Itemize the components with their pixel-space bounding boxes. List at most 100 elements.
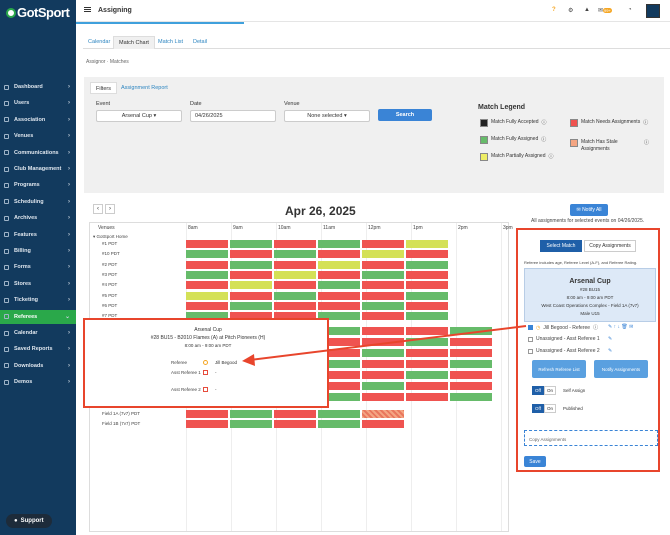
tab-detail[interactable]: Detail bbox=[188, 36, 212, 49]
avatar[interactable] bbox=[646, 4, 660, 18]
ar1-edit-icon[interactable]: ✎ bbox=[608, 336, 612, 342]
match-block[interactable] bbox=[406, 371, 448, 379]
sidebar-item-referees[interactable]: Referees ⌄ bbox=[0, 309, 76, 324]
menu-icon[interactable] bbox=[84, 7, 91, 8]
match-block[interactable] bbox=[362, 312, 404, 321]
select-match-button[interactable]: Select Match bbox=[540, 240, 582, 252]
match-block[interactable] bbox=[362, 349, 404, 357]
event-select[interactable]: Arsenal Cup ▾ bbox=[96, 110, 182, 122]
sidebar-item-ticketing[interactable]: Ticketing › bbox=[0, 293, 76, 307]
match-block[interactable] bbox=[450, 360, 492, 368]
match-block[interactable] bbox=[186, 420, 228, 429]
match-block[interactable] bbox=[450, 327, 492, 335]
match-block[interactable] bbox=[318, 291, 360, 300]
venue-row-label[interactable]: #10 PDT bbox=[102, 251, 120, 256]
published-toggle[interactable]: Off On bbox=[532, 404, 556, 413]
edit-icon[interactable]: ✎ bbox=[608, 324, 612, 330]
match-block[interactable] bbox=[186, 410, 228, 418]
match-block[interactable] bbox=[230, 281, 272, 290]
match-block[interactable] bbox=[186, 260, 228, 269]
assignment-actions[interactable]: ✎ ↑ ↓ 🗑 ✉ bbox=[608, 324, 633, 330]
match-block[interactable] bbox=[186, 291, 228, 300]
tab-match-chart[interactable]: Match Chart bbox=[113, 36, 155, 49]
search-button[interactable]: Search bbox=[378, 109, 432, 121]
match-block[interactable] bbox=[362, 410, 404, 418]
tab-assignment-report[interactable]: Assignment Report bbox=[116, 82, 173, 94]
self-assign-toggle[interactable]: Off On bbox=[532, 386, 556, 395]
sidebar-item-venues[interactable]: Venues › bbox=[0, 129, 76, 143]
settings-icon[interactable]: ⚙ bbox=[568, 7, 573, 14]
match-block[interactable] bbox=[230, 270, 272, 279]
match-block[interactable] bbox=[274, 250, 316, 259]
sidebar-item-saved-reports[interactable]: Saved Reports › bbox=[0, 342, 76, 356]
bell-icon[interactable]: ▲ bbox=[584, 7, 590, 13]
match-block[interactable] bbox=[406, 327, 448, 335]
match-block[interactable] bbox=[362, 291, 404, 300]
match-block[interactable] bbox=[362, 382, 404, 390]
match-block[interactable] bbox=[230, 301, 272, 310]
prev-day-button[interactable]: ‹ bbox=[93, 204, 103, 214]
save-button[interactable]: Save bbox=[524, 456, 546, 467]
venue-row-label[interactable]: #3 PDT bbox=[102, 272, 117, 277]
match-block[interactable] bbox=[186, 250, 228, 259]
match-block[interactable] bbox=[186, 281, 228, 290]
sidebar-item-club-management[interactable]: Club Management › bbox=[0, 162, 76, 176]
match-block[interactable] bbox=[274, 420, 316, 429]
match-block[interactable] bbox=[230, 240, 272, 248]
match-block[interactable] bbox=[186, 240, 228, 248]
match-block[interactable] bbox=[318, 260, 360, 269]
match-block[interactable] bbox=[362, 240, 404, 248]
notify-assignments-button[interactable]: Notify Assignments bbox=[594, 360, 648, 378]
match-block[interactable] bbox=[406, 312, 448, 321]
match-block[interactable] bbox=[230, 420, 272, 429]
match-block[interactable] bbox=[274, 301, 316, 310]
match-block[interactable] bbox=[362, 393, 404, 401]
sidebar-item-demos[interactable]: Demos › bbox=[0, 375, 76, 389]
match-block[interactable] bbox=[274, 281, 316, 290]
match-block[interactable] bbox=[362, 301, 404, 310]
match-block[interactable] bbox=[406, 349, 448, 357]
match-block[interactable] bbox=[362, 338, 404, 346]
assignment-referee[interactable]: ◷ Jill Begood - Referee ⓘ bbox=[528, 324, 598, 331]
match-block[interactable] bbox=[406, 301, 448, 310]
sidebar-item-stores[interactable]: Stores › bbox=[0, 277, 76, 291]
match-block[interactable] bbox=[406, 260, 448, 269]
sidebar-item-association[interactable]: Association › bbox=[0, 113, 76, 127]
mail-icon[interactable]: ✉99+ bbox=[598, 7, 612, 14]
match-block[interactable] bbox=[318, 270, 360, 279]
match-block[interactable] bbox=[186, 301, 228, 310]
match-block[interactable] bbox=[362, 260, 404, 269]
match-block[interactable] bbox=[230, 291, 272, 300]
date-input[interactable]: 04/26/2025 bbox=[190, 110, 276, 122]
match-block[interactable] bbox=[186, 270, 228, 279]
venue-row-label[interactable]: #6 PDT bbox=[102, 303, 117, 308]
match-block[interactable] bbox=[406, 338, 448, 346]
match-block[interactable] bbox=[406, 281, 448, 290]
notify-all-button[interactable]: ✉ Notify All bbox=[570, 204, 608, 216]
sidebar-item-forms[interactable]: Forms › bbox=[0, 260, 76, 274]
support-button[interactable]: ● Support bbox=[6, 514, 52, 528]
assignment-ar2[interactable]: Unassigned - Asst Referee 2 bbox=[528, 348, 600, 354]
sidebar-item-scheduling[interactable]: Scheduling › bbox=[0, 195, 76, 209]
match-block[interactable] bbox=[274, 291, 316, 300]
referee-checkbox[interactable] bbox=[528, 325, 533, 330]
gotsport-logo[interactable]: GotSport bbox=[6, 5, 70, 20]
sidebar-item-downloads[interactable]: Downloads › bbox=[0, 359, 76, 373]
match-block[interactable] bbox=[230, 250, 272, 259]
match-block[interactable] bbox=[318, 240, 360, 248]
match-block[interactable] bbox=[406, 291, 448, 300]
venue-select[interactable]: None selected ▾ bbox=[284, 110, 370, 122]
refresh-referee-list-button[interactable]: Refresh Referee List bbox=[532, 360, 586, 378]
arrow-up-icon[interactable]: ↑ bbox=[614, 324, 617, 330]
match-block[interactable] bbox=[450, 393, 492, 401]
match-block[interactable] bbox=[274, 270, 316, 279]
match-block[interactable] bbox=[362, 250, 404, 259]
match-block[interactable] bbox=[362, 420, 404, 429]
match-block[interactable] bbox=[406, 360, 448, 368]
match-block[interactable] bbox=[318, 281, 360, 290]
match-block[interactable] bbox=[318, 250, 360, 259]
match-block[interactable] bbox=[274, 410, 316, 418]
match-block[interactable] bbox=[450, 382, 492, 390]
match-block[interactable] bbox=[230, 410, 272, 418]
sidebar-item-features[interactable]: Features › bbox=[0, 228, 76, 242]
